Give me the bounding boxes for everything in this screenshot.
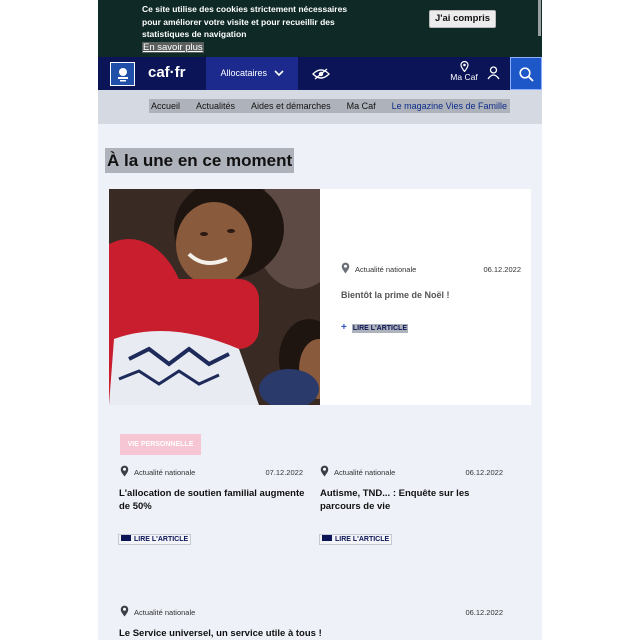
location-pin-icon [120, 605, 129, 617]
location-pin-icon [341, 262, 350, 274]
article-category: Actualité nationale [134, 608, 196, 617]
ma-caf-label: Ma Caf [450, 72, 478, 82]
read-article-link[interactable]: LIRE L'ARTICLE [118, 534, 192, 545]
plus-icon [121, 535, 131, 541]
cookie-accept-button[interactable]: J'ai compris [429, 10, 496, 28]
site-header: caf·fr Allocataires Ma Caf [98, 57, 542, 90]
nav-item-magazine[interactable]: Le magazine Vies de Famille [392, 99, 507, 113]
nav-bar: Accueil Actualités Aides et démarches Ma… [149, 99, 511, 113]
scrollbar[interactable] [538, 0, 541, 36]
ma-caf-button[interactable]: Ma Caf [448, 60, 480, 88]
article-meta: Actualité nationale 06.12.2022 [320, 465, 503, 479]
cookie-learn-more-link[interactable]: En savoir plus [142, 42, 204, 53]
main-nav: Accueil Actualités Aides et démarches Ma… [98, 90, 542, 124]
cookie-line: pour améliorer votre visite et pour recu… [142, 16, 335, 27]
article-title-line: Le Service universel, un service utile à… [119, 628, 322, 639]
read-article-label: LIRE L'ARTICLE [335, 536, 390, 543]
article-title-line: L'allocation de soutien familial augment… [119, 488, 305, 499]
read-article-label: LIRE L'ARTICLE [134, 536, 189, 543]
read-article-link[interactable]: LIRE L'ARTICLE [319, 534, 393, 545]
nav-item-ma-caf[interactable]: Ma Caf [347, 99, 376, 113]
location-pin-icon [120, 465, 129, 477]
search-button[interactable] [510, 57, 542, 90]
article-title[interactable]: L'allocation de soutien familial augment… [119, 487, 309, 513]
location-pin-icon [320, 465, 329, 477]
article-category: Actualité nationale [334, 468, 396, 477]
read-article-link[interactable]: + LIRE L'ARTICLE [341, 322, 409, 333]
article-date: 06.12.2022 [465, 468, 503, 477]
site-viewport: Ce site utilise des cookies strictement … [98, 0, 542, 640]
allocataires-menu-button[interactable]: Allocataires [206, 57, 298, 90]
nav-item-accueil[interactable]: Accueil [151, 99, 180, 113]
search-icon [519, 67, 534, 82]
section-title: À la une en ce moment [105, 148, 295, 173]
user-icon[interactable] [487, 66, 500, 85]
eye-icon[interactable] [312, 67, 330, 85]
featured-article-card[interactable]: Actualité nationale 06.12.2022 Bientôt l… [109, 189, 531, 405]
featured-article-title[interactable]: Bientôt la prime de Noël ! [341, 290, 450, 300]
article-meta: Actualité nationale 07.12.2022 [120, 465, 303, 479]
article-date: 07.12.2022 [265, 468, 303, 477]
article-title-line: parcours de vie [320, 501, 391, 512]
article-title-line: de 50% [119, 501, 152, 512]
plus-icon [322, 535, 332, 541]
article-title[interactable]: Le Service universel, un service utile à… [119, 627, 419, 640]
brand-name[interactable]: caf·fr [148, 64, 186, 81]
article-title-line: Autisme, TND... : Enquête sur les [320, 488, 470, 499]
article-date: 06.12.2022 [465, 608, 503, 617]
read-article-label: LIRE L'ARTICLE [351, 324, 409, 333]
logo-icon[interactable] [110, 62, 135, 86]
article-title[interactable]: Autisme, TND... : Enquête sur les parcou… [320, 487, 510, 513]
category-tag[interactable]: VIE PERSONNELLE [120, 434, 201, 455]
nav-item-aides[interactable]: Aides et démarches [251, 99, 331, 113]
cookie-line: statistiques de navigation [142, 29, 247, 39]
featured-article-image [109, 189, 320, 405]
nav-item-actualites[interactable]: Actualités [196, 99, 235, 113]
allocataires-label: Allocataires [220, 68, 267, 78]
cookie-message: Ce site utilise des cookies strictement … [142, 3, 362, 41]
cookie-line: Ce site utilise des cookies strictement … [142, 4, 348, 14]
chevron-down-icon [273, 70, 284, 77]
article-category: Actualité nationale [355, 265, 417, 274]
location-pin-icon [459, 61, 469, 72]
plus-icon: + [341, 322, 347, 333]
cookie-banner: Ce site utilise des cookies strictement … [98, 0, 542, 57]
article-category: Actualité nationale [134, 468, 196, 477]
featured-article-meta: Actualité nationale 06.12.2022 [341, 262, 521, 276]
article-meta: Actualité nationale 06.12.2022 [120, 605, 503, 619]
article-date: 06.12.2022 [483, 265, 521, 274]
